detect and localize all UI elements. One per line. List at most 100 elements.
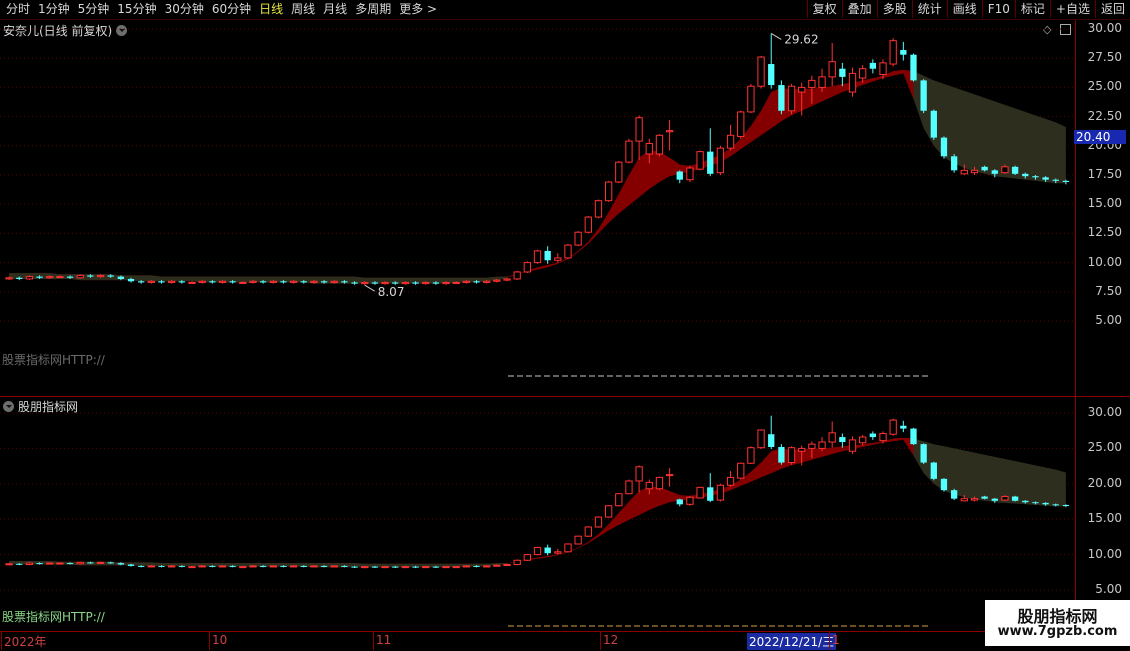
logo-url: www.7gpzb.com — [997, 624, 1118, 639]
main-candle-body — [645, 142, 653, 155]
main-candle-body — [604, 181, 613, 202]
main-candle-body — [462, 280, 471, 283]
main-candle-body — [798, 86, 806, 93]
main-candle-body — [239, 281, 247, 284]
main-candle-body — [533, 250, 542, 264]
main-candle-body — [828, 61, 836, 78]
main-candle-body — [87, 275, 94, 277]
main-candle-body — [5, 277, 13, 280]
date-label: 1 — [832, 633, 840, 647]
sub-y-tick: 30.00 — [1087, 405, 1122, 419]
sub-chart-panel[interactable]: 股朋指标网 股票指标网HTTP:// — [0, 397, 1130, 631]
main-candle-body — [900, 50, 907, 55]
main-candle-body — [1042, 177, 1049, 180]
main-candle-body — [249, 280, 257, 283]
main-y-tick: 5.00 — [1095, 313, 1122, 327]
main-candle-body — [422, 281, 430, 285]
main-candle-body — [330, 280, 338, 283]
main-y-tick: 17.50 — [1087, 167, 1122, 181]
main-candle-body — [787, 85, 796, 112]
main-candle-body — [574, 231, 582, 246]
main-candle-body — [66, 276, 74, 278]
main-candle-body — [665, 130, 674, 133]
date-separator — [373, 632, 374, 650]
main-candle-body — [564, 244, 572, 259]
main-candle-body — [289, 280, 298, 283]
low-price-label: 8.07 — [378, 285, 405, 299]
main-candle-body — [96, 274, 105, 278]
main-candle-body — [839, 68, 846, 77]
main-candle-body — [696, 151, 704, 170]
main-candle-body — [818, 76, 826, 88]
date-label: 11 — [376, 633, 392, 647]
main-candle-body — [554, 257, 562, 261]
main-candle-body — [716, 147, 725, 174]
main-candle-body — [401, 281, 410, 285]
main-candle-body — [676, 171, 683, 180]
main-candle-body — [320, 281, 328, 283]
main-candle-body — [412, 282, 419, 284]
main-candle-body — [879, 62, 887, 76]
main-candle-body — [686, 167, 694, 181]
main-candle-body — [392, 282, 399, 284]
main-candle-body — [188, 281, 196, 284]
main-candle-body — [635, 117, 643, 142]
main-trend-band-flat — [9, 273, 507, 284]
main-candle-body — [625, 140, 633, 163]
main-candle-body — [737, 111, 745, 137]
main-candle-body — [168, 280, 176, 283]
main-candle-body — [493, 279, 501, 282]
date-separator — [1, 632, 2, 650]
main-candle-body — [981, 166, 988, 171]
main-candle-body — [970, 169, 979, 174]
main-candle-body — [178, 281, 185, 283]
main-candle-body — [1062, 180, 1070, 183]
main-candle-body — [218, 280, 227, 283]
main-candle-body — [726, 134, 735, 149]
cursor-date: 2022/12/21/三 — [747, 633, 837, 650]
main-y-tick: 22.50 — [1087, 108, 1122, 123]
main-candle-body — [940, 137, 948, 157]
sub-y-tick: 25.00 — [1087, 440, 1122, 455]
main-trend-band-up — [9, 69, 914, 284]
main-y-tick: 10.00 — [1087, 254, 1122, 269]
main-candle-body — [138, 281, 145, 283]
main-candle-body — [859, 68, 867, 79]
main-candle-body — [910, 54, 917, 81]
main-y-tick: 25.00 — [1087, 79, 1122, 94]
main-y-tick: 15.00 — [1087, 196, 1122, 211]
main-candle-body — [452, 281, 460, 284]
main-y-tick: 30.00 — [1087, 21, 1122, 35]
main-candle-body — [950, 156, 958, 171]
main-candle-body — [361, 281, 369, 285]
main-candle-body — [544, 250, 551, 261]
main-candle-body — [889, 40, 897, 65]
date-label: 10 — [212, 633, 228, 647]
main-candle-body — [1022, 173, 1029, 177]
sub-y-tick: 5.00 — [1095, 582, 1122, 596]
main-candle-body — [1032, 176, 1039, 178]
main-candle-body — [442, 281, 450, 285]
dropdown-circle-icon[interactable] — [3, 401, 14, 412]
main-candle-body — [127, 278, 135, 282]
main-candle-body — [869, 62, 876, 69]
main-candle-body — [56, 276, 64, 279]
main-candle-body — [594, 200, 603, 218]
date-separator — [209, 632, 210, 650]
date-axis: 2022/12/21/三 2022年 10 11 12 1 — [0, 631, 1130, 651]
main-candle-body — [778, 85, 785, 111]
date-label: 12 — [603, 633, 619, 647]
main-candle-body — [757, 56, 765, 87]
main-candle-body — [513, 271, 521, 280]
high-price-label: 29.62 — [784, 32, 818, 46]
main-candle-body — [147, 280, 155, 283]
main-candle-body — [584, 216, 592, 233]
main-candle-body — [848, 72, 857, 93]
main-candle-body — [768, 64, 775, 86]
main-candle-body — [1001, 166, 1009, 174]
main-candle-body — [269, 280, 277, 283]
main-candle-body — [36, 276, 43, 278]
main-candle-body — [229, 281, 236, 283]
main-candle-body — [615, 161, 623, 183]
main-candle-body — [930, 110, 937, 138]
